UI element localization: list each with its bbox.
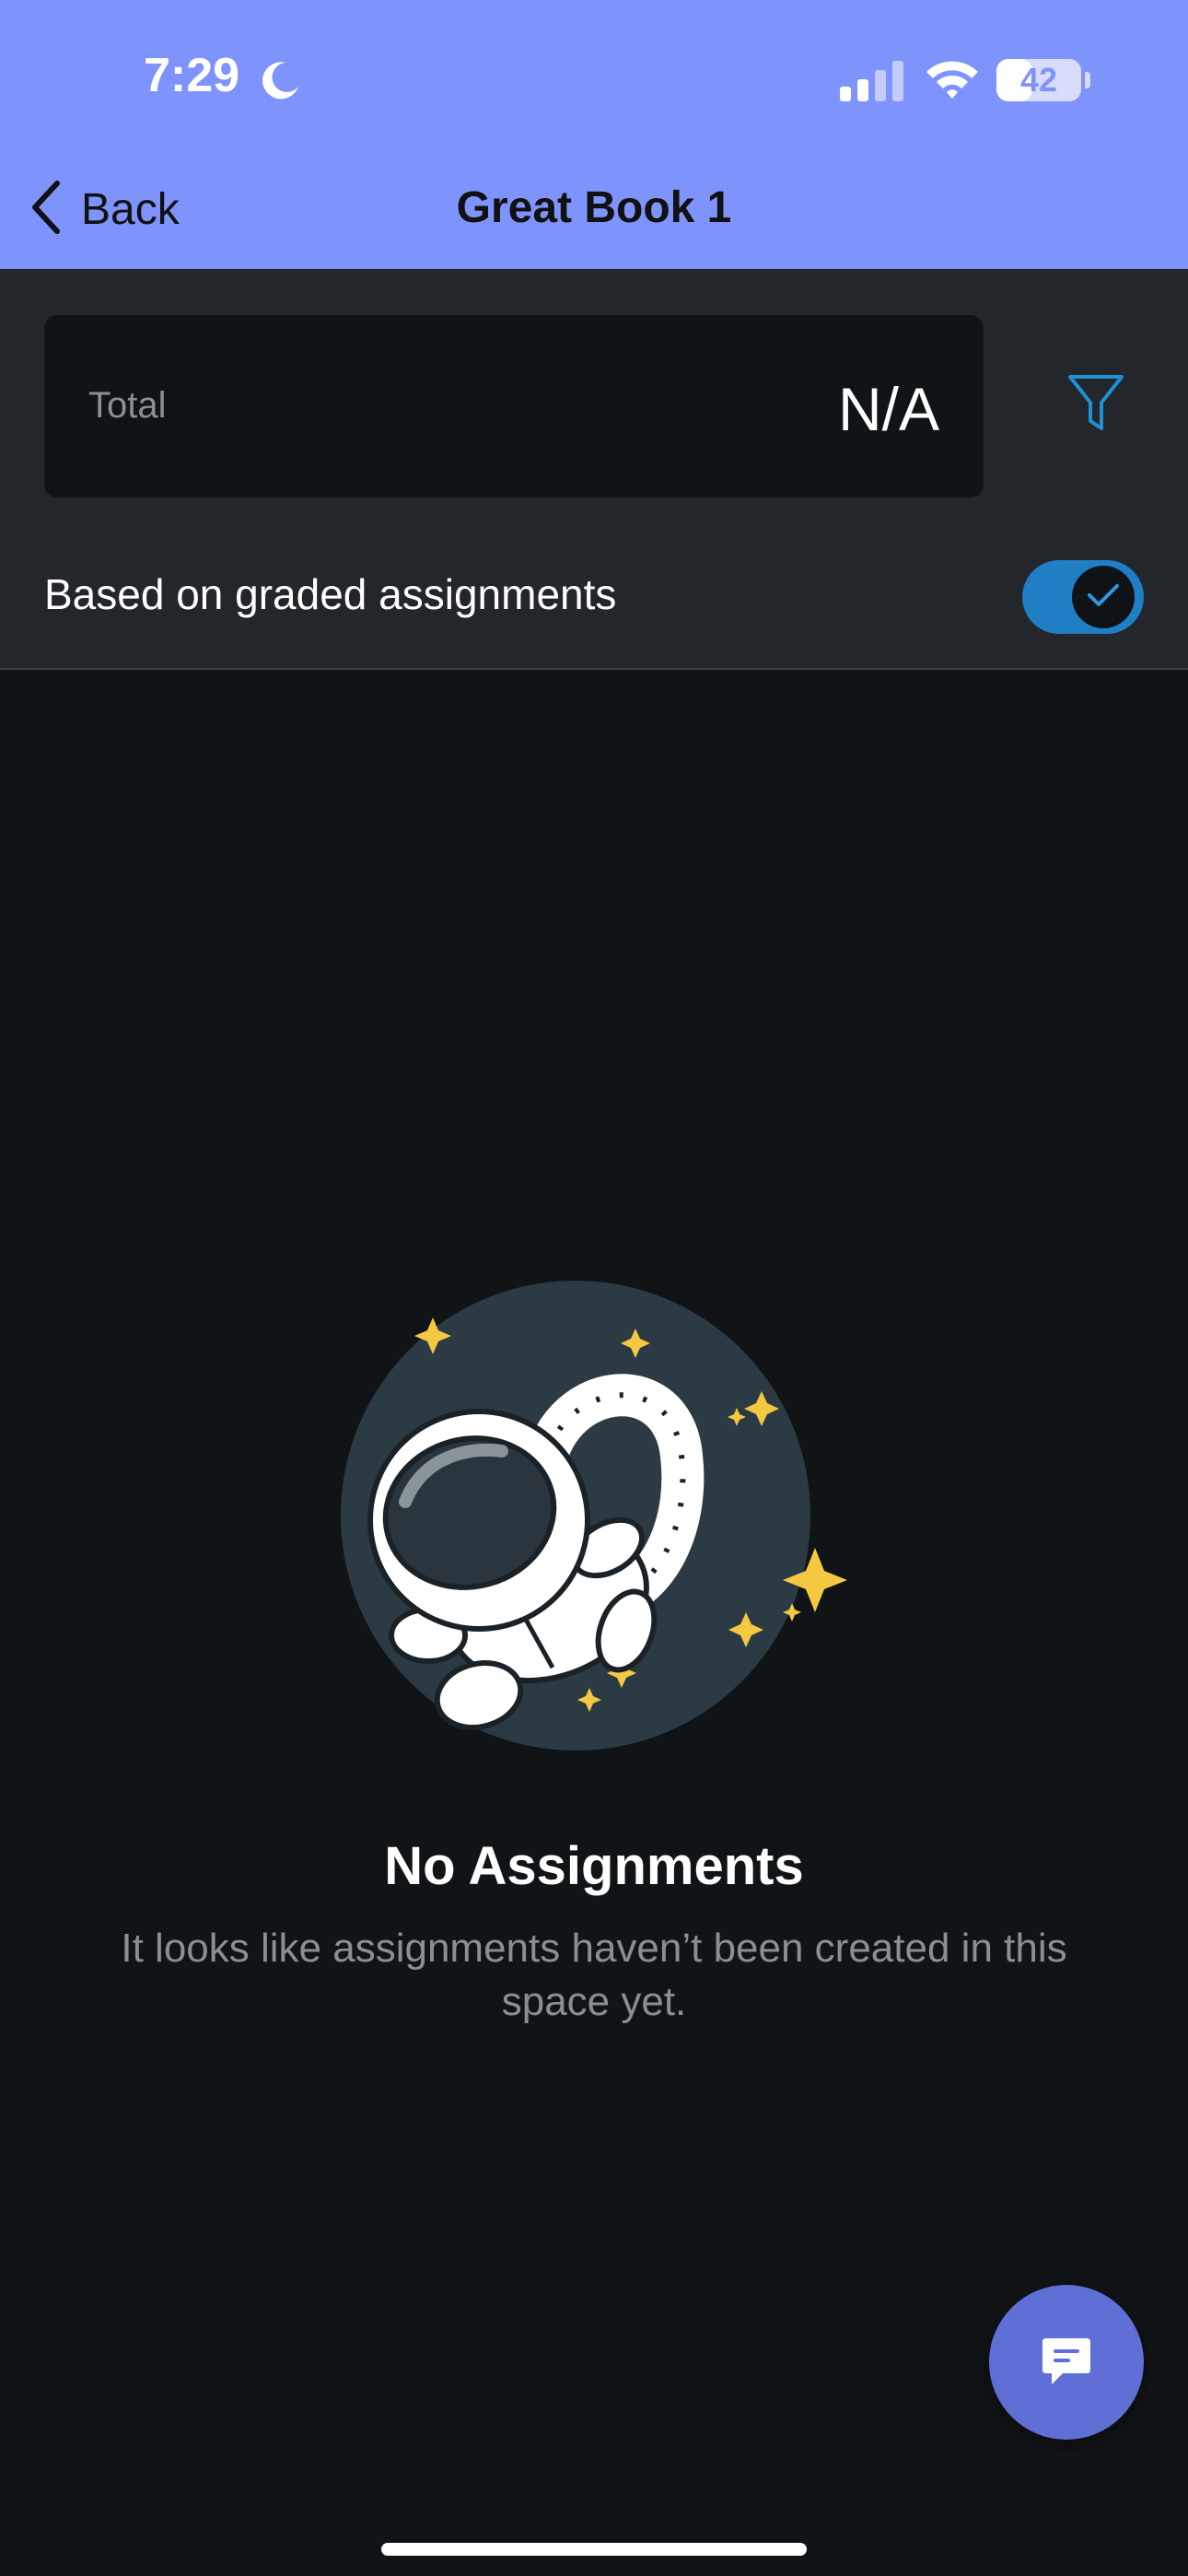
page-title: Great Book 1 (456, 183, 732, 232)
status-time: 7:29 (144, 49, 240, 102)
filter-icon (1066, 373, 1125, 439)
cellular-signal-icon (840, 61, 904, 106)
total-card: Total N/A (44, 315, 984, 498)
battery-nub (1085, 72, 1090, 88)
header: 7:29 42 Back Great Book 1 (0, 0, 1188, 269)
graded-assignments-toggle[interactable] (1022, 560, 1144, 634)
home-indicator (381, 2543, 807, 2556)
total-label: Total (88, 385, 167, 426)
chat-button[interactable] (989, 2285, 1144, 2440)
empty-state-title: No Assignments (384, 1836, 804, 1896)
empty-state-description: It looks like assignments haven’t been c… (121, 1926, 1067, 2024)
grade-summary-panel: Total N/A Based on graded assignments (0, 269, 1188, 670)
moon-icon (260, 59, 302, 106)
total-value: N/A (837, 375, 939, 443)
battery-icon: 42 (996, 59, 1081, 101)
chat-icon (1039, 2333, 1094, 2393)
graded-toggle-label: Based on graded assignments (44, 570, 617, 618)
filter-button[interactable] (1059, 369, 1133, 442)
toggle-knob (1072, 566, 1135, 628)
wifi-icon (925, 57, 980, 104)
astronaut-illustration (332, 1271, 847, 1755)
battery-percentage: 42 (1019, 61, 1058, 99)
checkmark-icon (1087, 582, 1120, 613)
